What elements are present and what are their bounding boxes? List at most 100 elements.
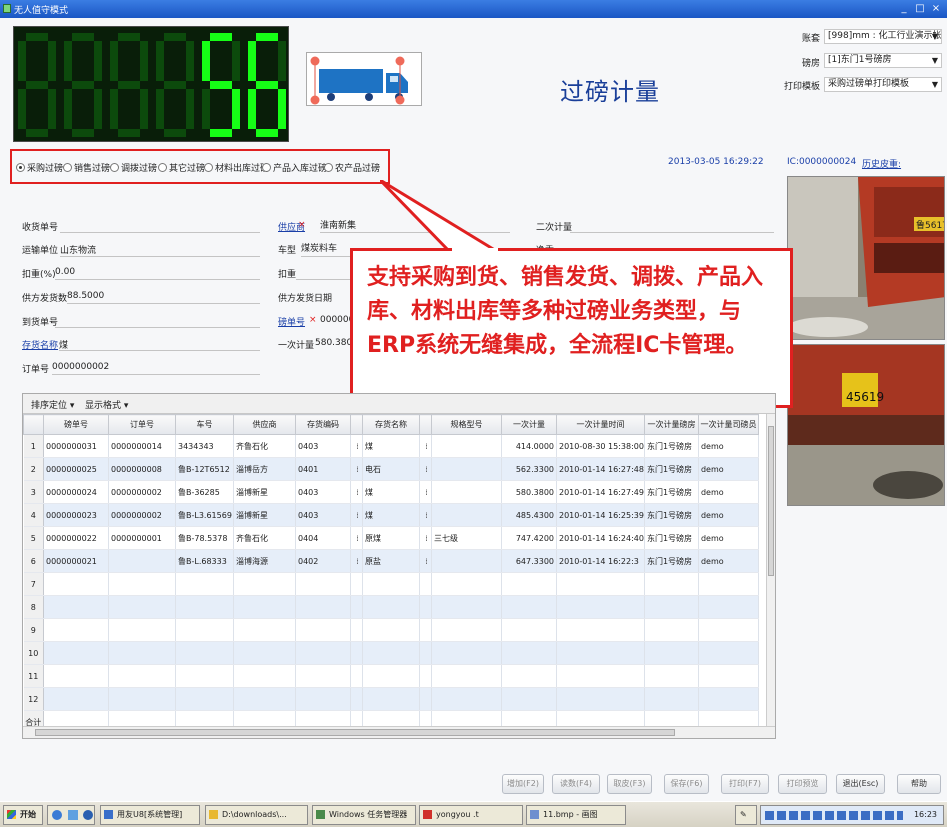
- table-cell[interactable]: [698, 664, 759, 688]
- table-row[interactable]: 10: [23, 641, 759, 665]
- table-cell[interactable]: [362, 618, 420, 642]
- radio-business-type-6[interactable]: 产品入库过磅: [262, 161, 327, 174]
- table-row[interactable]: 3 0000000024 0000000002 鲁B-36285 淄博新星 0403 ⁞ 煤 ⁞…: [23, 480, 759, 504]
- table-cell[interactable]: 0000000031: [43, 434, 109, 458]
- table-cell[interactable]: [362, 572, 420, 596]
- table-cell[interactable]: [644, 595, 699, 619]
- table-cell[interactable]: [43, 595, 109, 619]
- table-cell[interactable]: 鲁B-12T6512: [175, 457, 234, 481]
- table-cell[interactable]: [108, 687, 176, 711]
- table-cell[interactable]: demo: [698, 457, 759, 481]
- start-button[interactable]: 开始: [3, 805, 43, 825]
- table-cell[interactable]: [644, 572, 699, 596]
- table-cell[interactable]: 7: [23, 572, 44, 596]
- table-cell[interactable]: demo: [698, 480, 759, 504]
- table-cell[interactable]: 10: [23, 641, 44, 665]
- grid-horizontal-scrollbar[interactable]: [23, 726, 775, 738]
- table-cell[interactable]: [233, 687, 296, 711]
- table-cell[interactable]: [108, 595, 176, 619]
- table-cell[interactable]: 淄博海源: [233, 549, 296, 573]
- lookup-icon[interactable]: [419, 664, 432, 688]
- column-header[interactable]: 存货名称: [362, 414, 420, 435]
- table-cell[interactable]: [43, 664, 109, 688]
- taskbar-item-3[interactable]: Windows 任务管理器: [312, 805, 416, 825]
- table-cell[interactable]: 齐鲁石化: [233, 526, 296, 550]
- table-cell[interactable]: [175, 664, 234, 688]
- lookup-icon[interactable]: ⁞: [419, 526, 432, 550]
- table-cell[interactable]: 414.0000: [501, 434, 557, 458]
- table-cell[interactable]: 鲁B-L.68333: [175, 549, 234, 573]
- radio-button-icon[interactable]: [16, 163, 25, 172]
- table-cell[interactable]: [233, 572, 296, 596]
- lookup-icon[interactable]: ⁞: [419, 434, 432, 458]
- table-cell[interactable]: 0000000022: [43, 526, 109, 550]
- table-cell[interactable]: [233, 618, 296, 642]
- table-cell[interactable]: [175, 687, 234, 711]
- column-header[interactable]: 订单号: [108, 414, 176, 435]
- lookup-icon[interactable]: [350, 572, 363, 596]
- table-cell[interactable]: [431, 457, 502, 481]
- lookup-icon[interactable]: [350, 664, 363, 688]
- table-cell[interactable]: 0402: [295, 549, 351, 573]
- radio-button-icon[interactable]: [63, 163, 72, 172]
- column-header[interactable]: [23, 414, 44, 435]
- table-cell[interactable]: 2010-01-14 16:27:48: [556, 457, 645, 481]
- table-cell[interactable]: [295, 687, 351, 711]
- table-cell[interactable]: [501, 687, 557, 711]
- table-cell[interactable]: [108, 641, 176, 665]
- table-cell[interactable]: 电石: [362, 457, 420, 481]
- radio-button-icon[interactable]: [262, 163, 271, 172]
- table-cell[interactable]: [362, 687, 420, 711]
- table-cell[interactable]: 0000000021: [43, 549, 109, 573]
- display-format-menu[interactable]: 显示格式 ▾: [85, 398, 128, 411]
- tare-button[interactable]: 取皮(F3): [607, 774, 652, 794]
- table-cell[interactable]: 3434343: [175, 434, 234, 458]
- lookup-icon[interactable]: [350, 618, 363, 642]
- table-cell[interactable]: [501, 664, 557, 688]
- table-cell[interactable]: [431, 434, 502, 458]
- table-cell[interactable]: [175, 618, 234, 642]
- table-cell[interactable]: [362, 641, 420, 665]
- table-cell[interactable]: [233, 641, 296, 665]
- tray-icons[interactable]: [765, 811, 903, 820]
- table-cell[interactable]: 东门1号磅房: [644, 503, 699, 527]
- table-cell[interactable]: [644, 664, 699, 688]
- table-cell[interactable]: [556, 595, 645, 619]
- table-cell[interactable]: demo: [698, 526, 759, 550]
- table-cell[interactable]: 鲁B-36285: [175, 480, 234, 504]
- lookup-icon[interactable]: ⁞: [350, 503, 363, 527]
- table-cell[interactable]: 2010-01-14 16:27:49: [556, 480, 645, 504]
- close-icon[interactable]: ×: [930, 3, 942, 15]
- scale-select[interactable]: [1]东门1号磅房 ▼: [824, 53, 942, 68]
- table-row[interactable]: 12: [23, 687, 759, 711]
- inventory-name-label[interactable]: 存货名称: [22, 338, 58, 351]
- supplier-qty-field[interactable]: 88.5000: [67, 291, 104, 301]
- table-cell[interactable]: [295, 641, 351, 665]
- table-cell[interactable]: 0404: [295, 526, 351, 550]
- lookup-icon[interactable]: [350, 641, 363, 665]
- table-cell[interactable]: [698, 595, 759, 619]
- history-tare-link[interactable]: 历史皮重:: [862, 157, 901, 170]
- truck-type-field[interactable]: 煤炭料车: [301, 241, 337, 254]
- radio-business-type-5[interactable]: 材料出库过磅: [204, 161, 269, 174]
- table-cell[interactable]: [431, 549, 502, 573]
- print-preview-button[interactable]: 打印预览: [778, 774, 827, 794]
- table-cell[interactable]: [108, 549, 176, 573]
- table-cell[interactable]: [501, 595, 557, 619]
- weigh-bill-label[interactable]: 磅单号: [278, 315, 305, 328]
- lookup-icon[interactable]: ⁞: [350, 549, 363, 573]
- table-cell[interactable]: [698, 641, 759, 665]
- radio-button-icon[interactable]: [204, 163, 213, 172]
- table-cell[interactable]: [698, 687, 759, 711]
- table-cell[interactable]: 4: [23, 503, 44, 527]
- help-button[interactable]: 帮助: [897, 774, 941, 794]
- table-row[interactable]: 5 0000000022 0000000001 鲁B-78.5378 齐鲁石化 0404 ⁞…: [23, 526, 759, 550]
- table-row[interactable]: 11: [23, 664, 759, 688]
- table-cell[interactable]: [108, 572, 176, 596]
- table-cell[interactable]: [175, 595, 234, 619]
- table-cell[interactable]: [175, 641, 234, 665]
- maximize-icon[interactable]: □: [914, 3, 926, 15]
- table-cell[interactable]: [108, 618, 176, 642]
- table-cell[interactable]: 煤: [362, 503, 420, 527]
- table-cell[interactable]: [501, 641, 557, 665]
